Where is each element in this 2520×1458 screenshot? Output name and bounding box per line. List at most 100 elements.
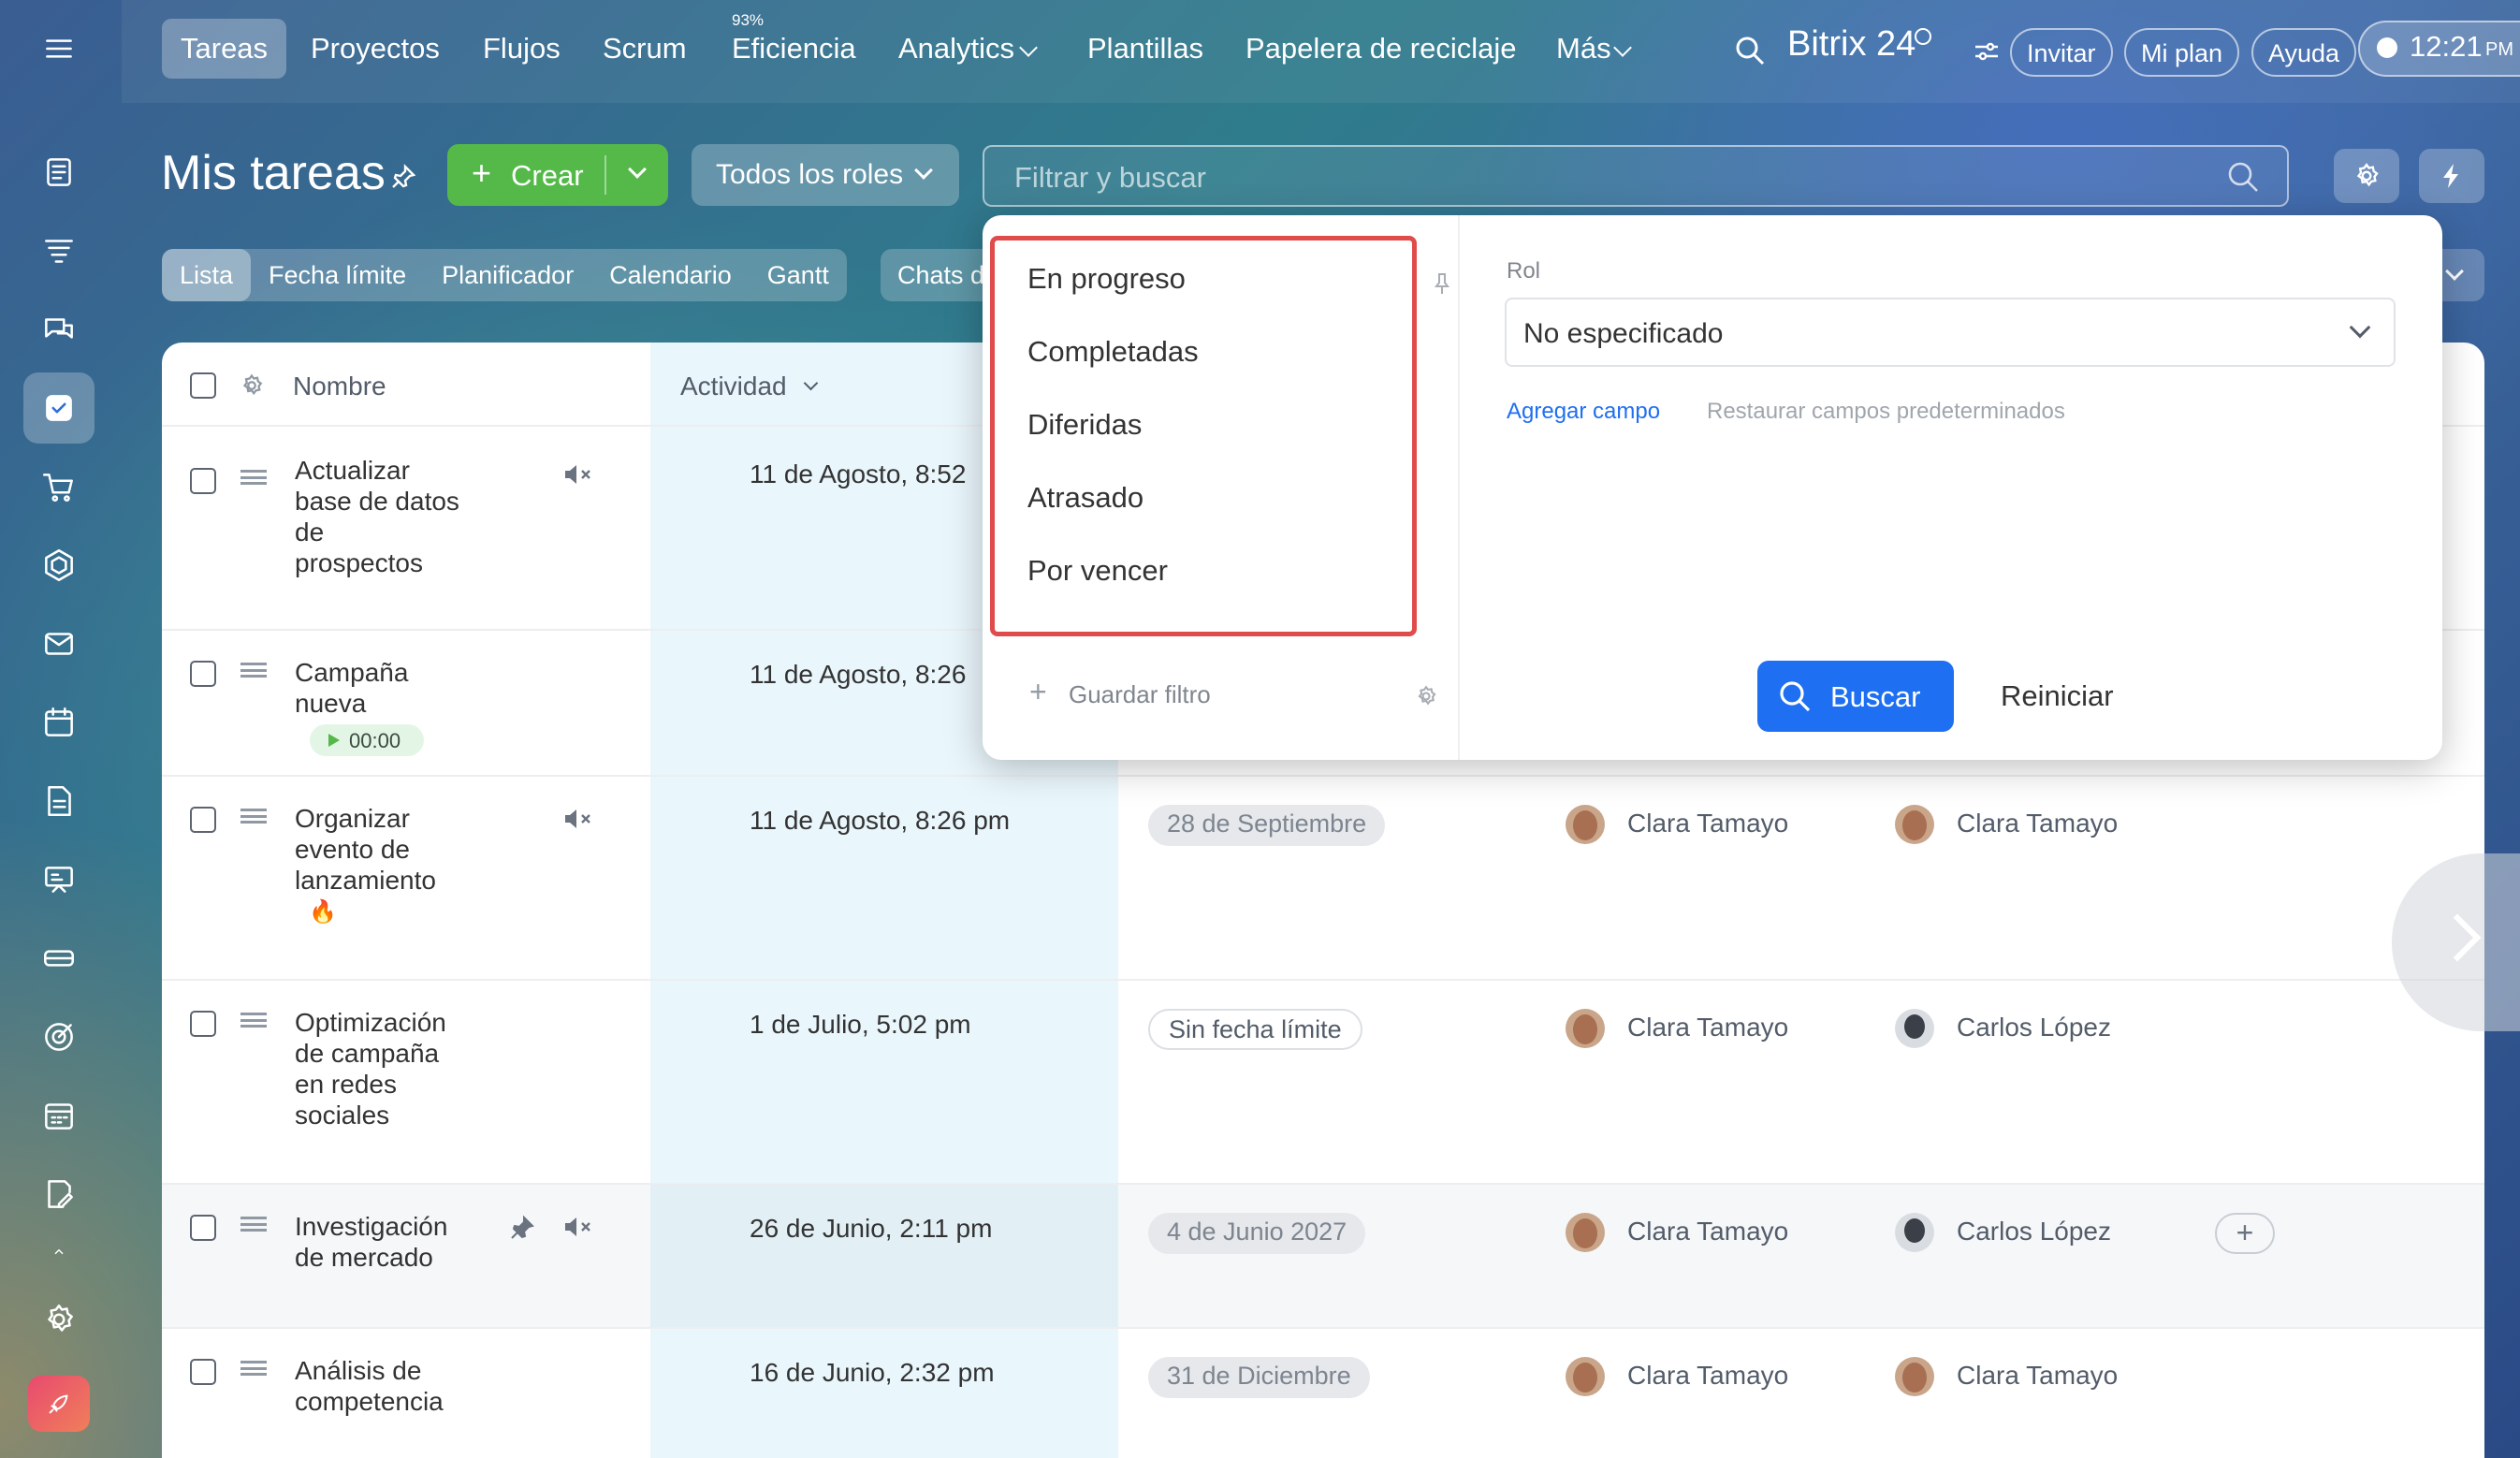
role-select[interactable]: No especificado bbox=[1505, 298, 2396, 367]
gear-icon[interactable] bbox=[1411, 681, 1441, 711]
nav-templates[interactable]: Plantillas bbox=[1069, 19, 1222, 79]
drag-handle-icon[interactable] bbox=[240, 1361, 267, 1376]
created-by[interactable]: Clara Tamayo bbox=[1627, 1361, 1788, 1391]
timer-badge[interactable]: 00:00 bbox=[310, 724, 424, 756]
search-button-label: Buscar bbox=[1830, 680, 1921, 713]
presentation-icon[interactable] bbox=[23, 844, 95, 915]
save-filter-button[interactable]: Guardar filtro bbox=[1069, 680, 1211, 709]
table-row[interactable]: Organizar evento de lanzamiento 🔥 11 de Ag… bbox=[162, 775, 2484, 979]
document-icon[interactable] bbox=[23, 765, 95, 837]
column-header-name[interactable]: Nombre bbox=[293, 371, 386, 401]
settings-button[interactable] bbox=[2334, 149, 2399, 203]
muted-icon[interactable] bbox=[562, 460, 594, 488]
search-button[interactable]: Buscar bbox=[1757, 661, 1954, 732]
task-name[interactable]: Optimización de campaña en redes sociales bbox=[295, 1007, 446, 1130]
nav-efficiency[interactable]: Eficiencia bbox=[713, 19, 875, 79]
edit-document-icon[interactable] bbox=[23, 1159, 95, 1230]
responsible[interactable]: Clara Tamayo bbox=[1957, 809, 2118, 838]
tab-planner[interactable]: Planificador bbox=[424, 249, 591, 301]
task-name[interactable]: Actualizar base de datos de prospectos bbox=[295, 455, 459, 578]
created-by[interactable]: Clara Tamayo bbox=[1627, 809, 1788, 838]
nav-projects[interactable]: Proyectos bbox=[292, 19, 459, 79]
row-checkbox[interactable] bbox=[190, 807, 216, 833]
feed-icon[interactable] bbox=[23, 137, 95, 208]
select-all-checkbox[interactable] bbox=[190, 372, 216, 399]
responsible[interactable]: Carlos López bbox=[1957, 1013, 2111, 1042]
row-checkbox[interactable] bbox=[190, 1011, 216, 1037]
help-button[interactable]: Ayuda bbox=[2251, 28, 2357, 77]
my-plan-button[interactable]: Mi plan bbox=[2124, 28, 2240, 77]
tab-chats[interactable]: Chats d bbox=[881, 249, 993, 301]
deadline-badge[interactable]: 31 de Diciembre bbox=[1148, 1357, 1370, 1398]
nav-scrum[interactable]: Scrum bbox=[584, 19, 706, 79]
column-header-activity[interactable]: Actividad bbox=[680, 371, 787, 401]
deadline-badge[interactable]: 28 de Septiembre bbox=[1148, 805, 1386, 846]
add-observer-button[interactable]: + bbox=[2215, 1213, 2275, 1254]
settings-icon[interactable] bbox=[23, 1284, 95, 1355]
task-name[interactable]: Análisis de competencia bbox=[295, 1355, 444, 1417]
search-icon[interactable] bbox=[1733, 34, 1767, 67]
deadline-badge[interactable]: 4 de Junio 2027 bbox=[1148, 1213, 1366, 1254]
avatar bbox=[1566, 1213, 1605, 1252]
table-row[interactable]: Análisis de competencia 16 de Junio, 2:32… bbox=[162, 1327, 2484, 1458]
nav-recycle-bin[interactable]: Papelera de reciclaje bbox=[1227, 19, 1536, 79]
task-name[interactable]: Organizar evento de lanzamiento bbox=[295, 803, 436, 896]
responsible[interactable]: Carlos López bbox=[1957, 1217, 2111, 1247]
chevron-down-icon[interactable] bbox=[628, 160, 647, 179]
tab-list[interactable]: Lista bbox=[162, 249, 252, 301]
muted-icon[interactable] bbox=[562, 805, 594, 833]
pin-icon[interactable] bbox=[1432, 270, 1452, 298]
cart-icon[interactable] bbox=[23, 451, 95, 522]
drag-handle-icon[interactable] bbox=[240, 809, 267, 824]
restore-fields-link[interactable]: Restaurar campos predeterminados bbox=[1707, 399, 2065, 425]
drag-handle-icon[interactable] bbox=[240, 1217, 267, 1232]
rocket-icon[interactable] bbox=[28, 1376, 90, 1432]
target-icon[interactable] bbox=[23, 1001, 95, 1072]
hexagon-icon[interactable] bbox=[23, 530, 95, 601]
table-row[interactable]: Investigación de mercado 26 de Junio, 2:1… bbox=[162, 1183, 2484, 1327]
drag-handle-icon[interactable] bbox=[240, 470, 267, 485]
row-checkbox[interactable] bbox=[190, 1215, 216, 1241]
nav-analytics[interactable]: Analytics bbox=[880, 19, 1033, 79]
row-checkbox[interactable] bbox=[190, 661, 216, 687]
funnel-icon[interactable] bbox=[23, 215, 95, 286]
responsible[interactable]: Clara Tamayo bbox=[1957, 1361, 2118, 1391]
nav-flows[interactable]: Flujos bbox=[464, 19, 579, 79]
storage-icon[interactable] bbox=[23, 923, 95, 994]
deadline-badge[interactable]: Sin fecha límite bbox=[1148, 1009, 1362, 1050]
roles-dropdown[interactable]: Todos los roles bbox=[692, 144, 959, 206]
table-row[interactable]: Optimización de campaña en redes sociales 1… bbox=[162, 979, 2484, 1183]
gear-icon[interactable] bbox=[237, 371, 267, 401]
tab-deadline[interactable]: Fecha límite bbox=[251, 249, 424, 301]
calendar-icon[interactable] bbox=[23, 687, 95, 758]
add-field-link[interactable]: Agregar campo bbox=[1507, 399, 1660, 425]
created-by[interactable]: Clara Tamayo bbox=[1627, 1217, 1788, 1247]
nav-tasks[interactable]: Tareas bbox=[162, 19, 287, 79]
created-by[interactable]: Clara Tamayo bbox=[1627, 1013, 1788, 1042]
task-name[interactable]: Campaña nueva bbox=[295, 657, 408, 719]
search-input[interactable]: Filtrar y buscar bbox=[983, 145, 2289, 207]
schedule-icon[interactable] bbox=[23, 1080, 95, 1151]
chat-icon[interactable] bbox=[23, 294, 95, 365]
menu-icon[interactable] bbox=[23, 13, 95, 84]
row-checkbox[interactable] bbox=[190, 468, 216, 494]
search-icon[interactable] bbox=[2225, 159, 2261, 195]
drag-handle-icon[interactable] bbox=[240, 663, 267, 678]
pin-icon[interactable] bbox=[387, 161, 419, 193]
tab-calendar[interactable]: Calendario bbox=[591, 249, 750, 301]
mail-icon[interactable] bbox=[23, 608, 95, 679]
invite-button[interactable]: Invitar bbox=[2010, 28, 2113, 77]
reset-button[interactable]: Reiniciar bbox=[2001, 679, 2114, 713]
pin-icon[interactable] bbox=[506, 1213, 538, 1243]
collapse-icon[interactable] bbox=[23, 1237, 95, 1265]
sliders-icon[interactable] bbox=[1973, 37, 2001, 66]
drag-handle-icon[interactable] bbox=[240, 1013, 267, 1028]
tasks-icon[interactable] bbox=[23, 372, 95, 444]
task-name[interactable]: Investigación de mercado bbox=[295, 1211, 447, 1273]
row-checkbox[interactable] bbox=[190, 1359, 216, 1385]
lightning-button[interactable] bbox=[2419, 149, 2484, 203]
tab-gantt[interactable]: Gantt bbox=[750, 249, 847, 301]
brand-logo[interactable]: Bitrix 24 bbox=[1787, 24, 1915, 65]
create-button[interactable]: + Crear bbox=[447, 144, 668, 206]
muted-icon[interactable] bbox=[562, 1213, 594, 1241]
